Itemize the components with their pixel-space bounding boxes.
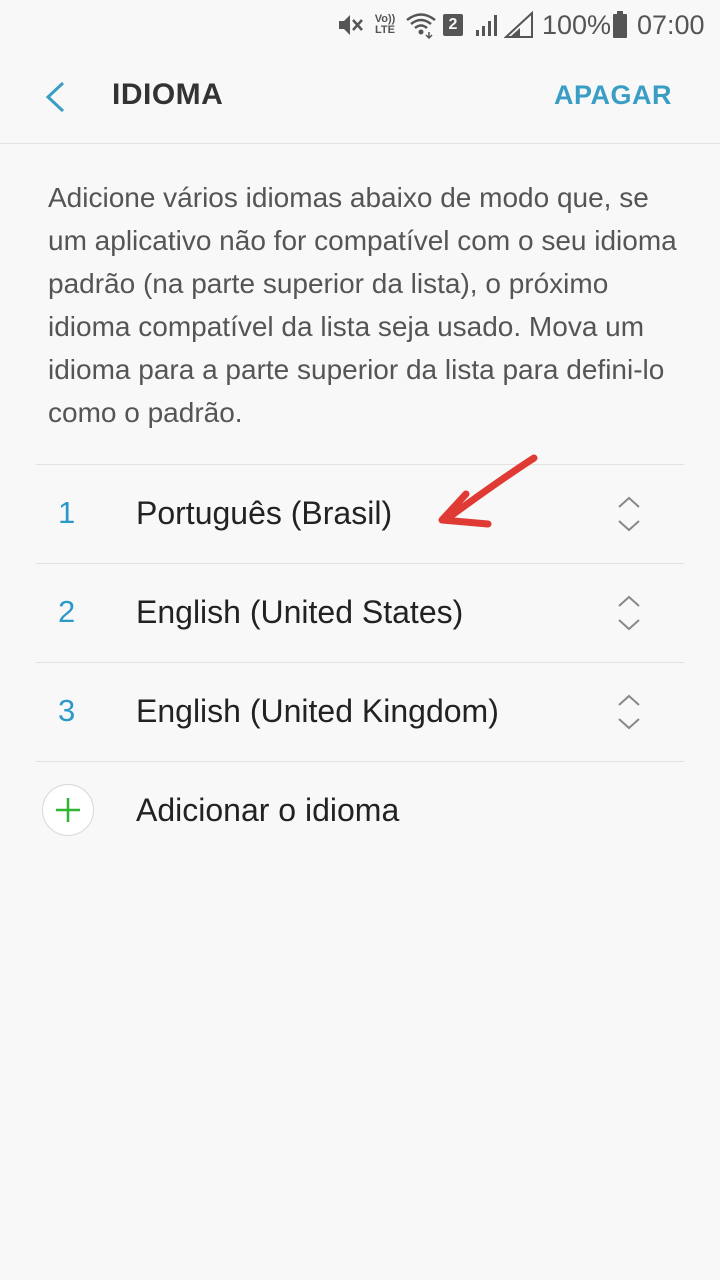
add-language-label: Adicionar o idioma xyxy=(136,792,400,828)
volte-bottom-text: LTE xyxy=(375,24,395,36)
reorder-handle-icon[interactable] xyxy=(614,592,644,636)
reorder-handle-icon[interactable] xyxy=(614,691,644,735)
plus-icon xyxy=(42,784,94,836)
reorder-handle-icon[interactable] xyxy=(614,493,644,537)
app-bar: IDIOMA APAGAR xyxy=(0,50,720,144)
language-list: 1 Português (Brasil) 2 English (United S… xyxy=(36,464,684,762)
language-item[interactable]: 1 Português (Brasil) xyxy=(36,464,684,563)
clock: 07:00 xyxy=(637,9,705,40)
language-order-number: 3 xyxy=(58,693,76,728)
language-order-number: 1 xyxy=(58,495,76,530)
add-language-button[interactable]: Adicionar o idioma xyxy=(36,762,684,858)
wifi-icon xyxy=(405,8,437,42)
sim-number: 2 xyxy=(443,14,463,36)
language-name: Português (Brasil) xyxy=(136,495,393,531)
page-title: IDIOMA xyxy=(112,78,224,111)
battery-icon xyxy=(612,8,630,42)
signal-icon xyxy=(474,8,502,42)
annotation-arrow-icon xyxy=(438,454,538,528)
status-bar: Vo)) LTE 2 100% 07:00 xyxy=(0,0,720,50)
back-arrow-icon xyxy=(45,81,65,113)
signal-icon xyxy=(504,8,536,42)
language-name: English (United Kingdom) xyxy=(136,693,499,729)
language-item[interactable]: 2 English (United States) xyxy=(36,563,684,662)
language-item[interactable]: 3 English (United Kingdom) xyxy=(36,662,684,762)
back-button[interactable] xyxy=(30,70,80,124)
description-text: Adicione vários idiomas abaixo de modo q… xyxy=(48,182,677,428)
mute-icon xyxy=(336,8,366,42)
delete-button[interactable]: APAGAR xyxy=(554,80,672,111)
volte-icon: Vo)) LTE xyxy=(370,8,400,42)
language-name: English (United States) xyxy=(136,594,464,630)
sim-2-icon: 2 xyxy=(443,8,465,42)
language-order-number: 2 xyxy=(58,594,76,629)
battery-percent: 100% xyxy=(542,9,612,40)
